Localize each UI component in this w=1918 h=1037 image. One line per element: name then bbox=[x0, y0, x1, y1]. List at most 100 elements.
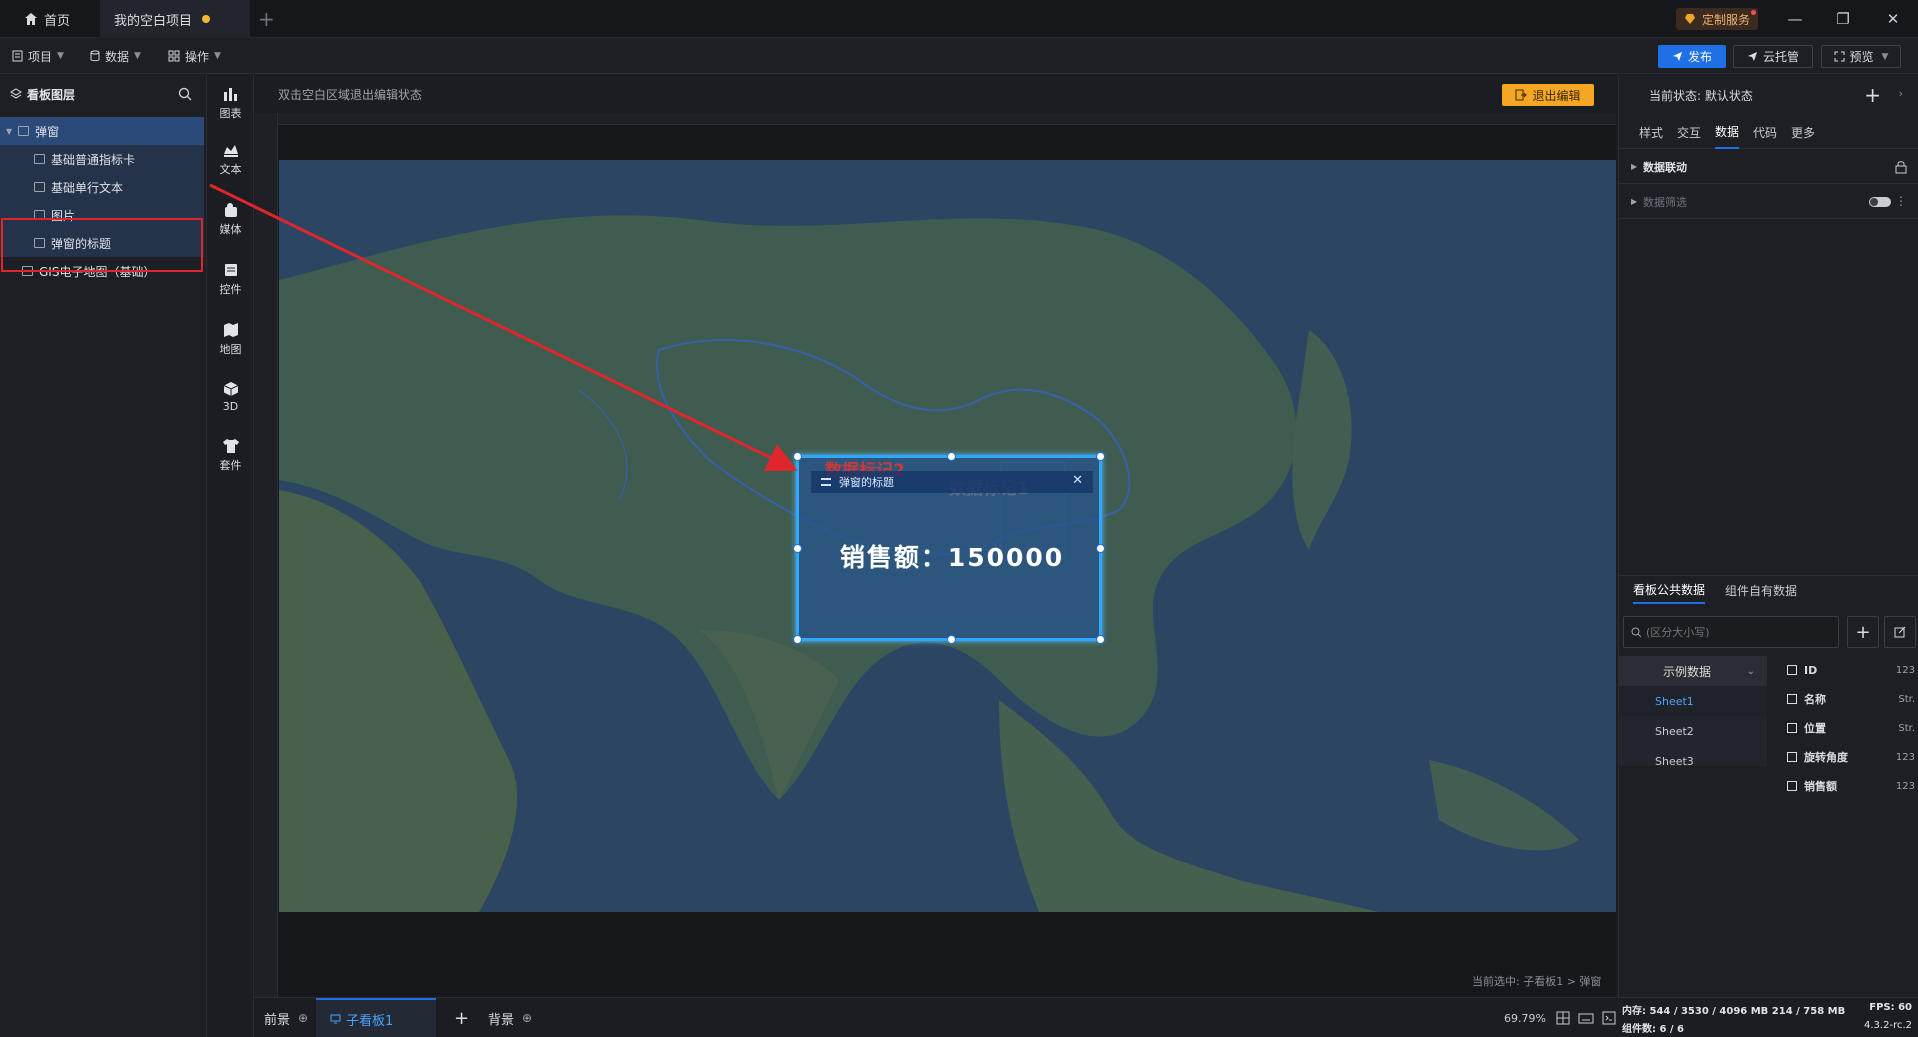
field-row[interactable]: 位置 Str. bbox=[1787, 716, 1915, 740]
more-vertical-icon[interactable]: ⋮ bbox=[1895, 194, 1907, 208]
add-board-button[interactable]: + bbox=[454, 998, 469, 1037]
ruler-left[interactable] bbox=[254, 113, 278, 997]
tab-code[interactable]: 代码 bbox=[1753, 115, 1777, 149]
menu-ops[interactable]: 操作 ▼ bbox=[168, 38, 221, 74]
layer-item[interactable]: 基础单行文本 bbox=[0, 173, 204, 201]
add-circle-icon[interactable]: ⊕ bbox=[298, 1011, 308, 1025]
add-data-button[interactable]: + bbox=[1847, 616, 1879, 648]
data-link-section[interactable]: ▶ 数据联动 bbox=[1619, 150, 1918, 184]
state-row[interactable]: 当前状态: 默认状态 + › bbox=[1619, 75, 1918, 115]
tab-more[interactable]: 更多 bbox=[1791, 115, 1815, 149]
resize-handle[interactable] bbox=[1096, 544, 1105, 553]
strip-label: 套件 bbox=[219, 458, 242, 472]
field-type: 123 bbox=[1895, 751, 1915, 763]
field-checkbox[interactable] bbox=[1787, 665, 1797, 675]
popup-header[interactable]: 弹窗的标题 ✕ bbox=[811, 471, 1093, 493]
strip-control[interactable]: 控件 bbox=[207, 251, 254, 307]
sheet-item[interactable]: Sheet2 bbox=[1619, 716, 1767, 746]
tab-sub-board[interactable]: 子看板1 bbox=[316, 998, 436, 1037]
tab-own-data[interactable]: 组件自有数据 bbox=[1725, 576, 1797, 604]
resize-handle[interactable] bbox=[1096, 452, 1105, 461]
keyboard-icon[interactable] bbox=[1578, 1012, 1594, 1024]
field-name: 销售额 bbox=[1804, 780, 1837, 793]
field-row[interactable]: ID 123 bbox=[1787, 658, 1915, 682]
strip-3d[interactable]: 3D bbox=[207, 369, 254, 425]
field-checkbox[interactable] bbox=[1787, 781, 1797, 791]
add-state-button[interactable]: + bbox=[1864, 83, 1881, 107]
sheet-item[interactable]: Sheet3 bbox=[1619, 746, 1767, 776]
resize-handle[interactable] bbox=[793, 635, 802, 644]
chevron-down-icon: ▼ bbox=[57, 51, 64, 61]
tab-public-data[interactable]: 看板公共数据 bbox=[1633, 576, 1706, 604]
field-type: 123 bbox=[1895, 664, 1915, 676]
component-count: 组件数: 6 / 6 bbox=[1622, 1024, 1685, 1035]
field-checkbox[interactable] bbox=[1787, 723, 1797, 733]
tab-home-label: 首页 bbox=[44, 13, 71, 29]
field-checkbox[interactable] bbox=[1787, 694, 1797, 704]
chevron-right-icon[interactable]: › bbox=[1899, 87, 1903, 100]
custom-service-button[interactable]: 定制服务 bbox=[1676, 8, 1759, 30]
strip-chart[interactable]: 图表 bbox=[207, 75, 254, 131]
strip-label: 3D bbox=[222, 400, 239, 413]
exit-edit-button[interactable]: 退出编辑 bbox=[1502, 84, 1594, 106]
preview-button[interactable]: 预览 ▼ bbox=[1821, 45, 1901, 68]
cloud-host-button[interactable]: 云托管 bbox=[1733, 45, 1813, 68]
control-icon bbox=[224, 263, 237, 276]
resize-handle[interactable] bbox=[793, 544, 802, 553]
tab-background[interactable]: 背景 ⊕ bbox=[488, 998, 532, 1037]
restore-button[interactable]: ❐ bbox=[1818, 0, 1868, 38]
tab-home[interactable]: 首页 bbox=[10, 0, 100, 38]
sheet-group-sample[interactable]: 示例数据 ⌄ bbox=[1619, 656, 1767, 686]
filter-toggle[interactable] bbox=[1869, 197, 1891, 207]
strip-suite[interactable]: 套件 bbox=[207, 427, 254, 483]
group-icon bbox=[18, 126, 30, 136]
tab-foreground[interactable]: 前景 ⊕ bbox=[264, 998, 308, 1037]
add-circle-icon[interactable]: ⊕ bbox=[522, 1011, 532, 1025]
resize-handle[interactable] bbox=[947, 452, 956, 461]
data-search-input[interactable]: (区分大小写) bbox=[1623, 616, 1839, 648]
chevron-down-icon: ▼ bbox=[214, 51, 221, 61]
search-icon[interactable] bbox=[178, 87, 192, 101]
field-row[interactable]: 名称 Str. bbox=[1787, 687, 1915, 711]
tab-project-label: 我的空白项目 bbox=[114, 13, 193, 29]
resize-handle[interactable] bbox=[1096, 635, 1105, 644]
field-row[interactable]: 旋转角度 123 bbox=[1787, 745, 1915, 769]
ruler-top[interactable] bbox=[254, 113, 1616, 125]
terminal-icon[interactable] bbox=[1602, 1011, 1616, 1025]
edit-data-button[interactable] bbox=[1884, 616, 1916, 648]
menu-data[interactable]: 数据 ▼ bbox=[90, 38, 141, 74]
popup-widget[interactable]: 数据标记2 数据标记1 弹窗的标题 ✕ 销售额：150000 bbox=[793, 452, 1105, 644]
bar-chart-icon bbox=[223, 87, 237, 101]
fps-status: FPS: 60 bbox=[1869, 1002, 1912, 1013]
field-row[interactable]: 销售额 123 bbox=[1787, 774, 1915, 798]
tab-project[interactable]: 我的空白项目 bbox=[100, 0, 250, 38]
minimize-button[interactable]: — bbox=[1770, 0, 1820, 38]
fit-screen-icon[interactable] bbox=[1556, 1011, 1570, 1025]
field-type: Str. bbox=[1898, 693, 1915, 705]
strip-text[interactable]: 文本 bbox=[207, 131, 254, 187]
data-link-label: 数据联动 bbox=[1643, 160, 1687, 174]
strip-label: 地图 bbox=[219, 342, 242, 356]
title-bar: 首页 我的空白项目 + 定制服务 — ❐ ✕ bbox=[0, 0, 1918, 38]
strip-map[interactable]: 地图 bbox=[207, 311, 254, 367]
layer-group-popup[interactable]: ▼ 弹窗 bbox=[0, 117, 204, 145]
tab-data[interactable]: 数据 bbox=[1715, 115, 1740, 149]
data-filter-section[interactable]: ▶ 数据筛选 ⋮ bbox=[1619, 185, 1918, 219]
sheet-item[interactable]: Sheet1 bbox=[1619, 686, 1767, 716]
exit-icon bbox=[1515, 89, 1528, 101]
field-checkbox[interactable] bbox=[1787, 752, 1797, 762]
map-tool-icon bbox=[223, 322, 238, 337]
tab-interaction[interactable]: 交互 bbox=[1677, 115, 1701, 149]
tab-style[interactable]: 样式 bbox=[1639, 115, 1663, 149]
close-window-button[interactable]: ✕ bbox=[1868, 0, 1918, 38]
strip-media[interactable]: 媒体 bbox=[207, 191, 254, 247]
resize-handle[interactable] bbox=[793, 452, 802, 461]
resize-handle[interactable] bbox=[947, 635, 956, 644]
publish-button[interactable]: 发布 bbox=[1658, 45, 1726, 68]
layer-item[interactable]: 基础普通指标卡 bbox=[0, 145, 204, 173]
menu-project[interactable]: 项目 ▼ bbox=[12, 38, 64, 74]
add-tab-button[interactable]: + bbox=[244, 0, 289, 38]
lock-icon[interactable] bbox=[1895, 160, 1907, 174]
close-icon[interactable]: ✕ bbox=[1072, 473, 1083, 488]
zoom-level[interactable]: 69.79% bbox=[1504, 998, 1616, 1037]
